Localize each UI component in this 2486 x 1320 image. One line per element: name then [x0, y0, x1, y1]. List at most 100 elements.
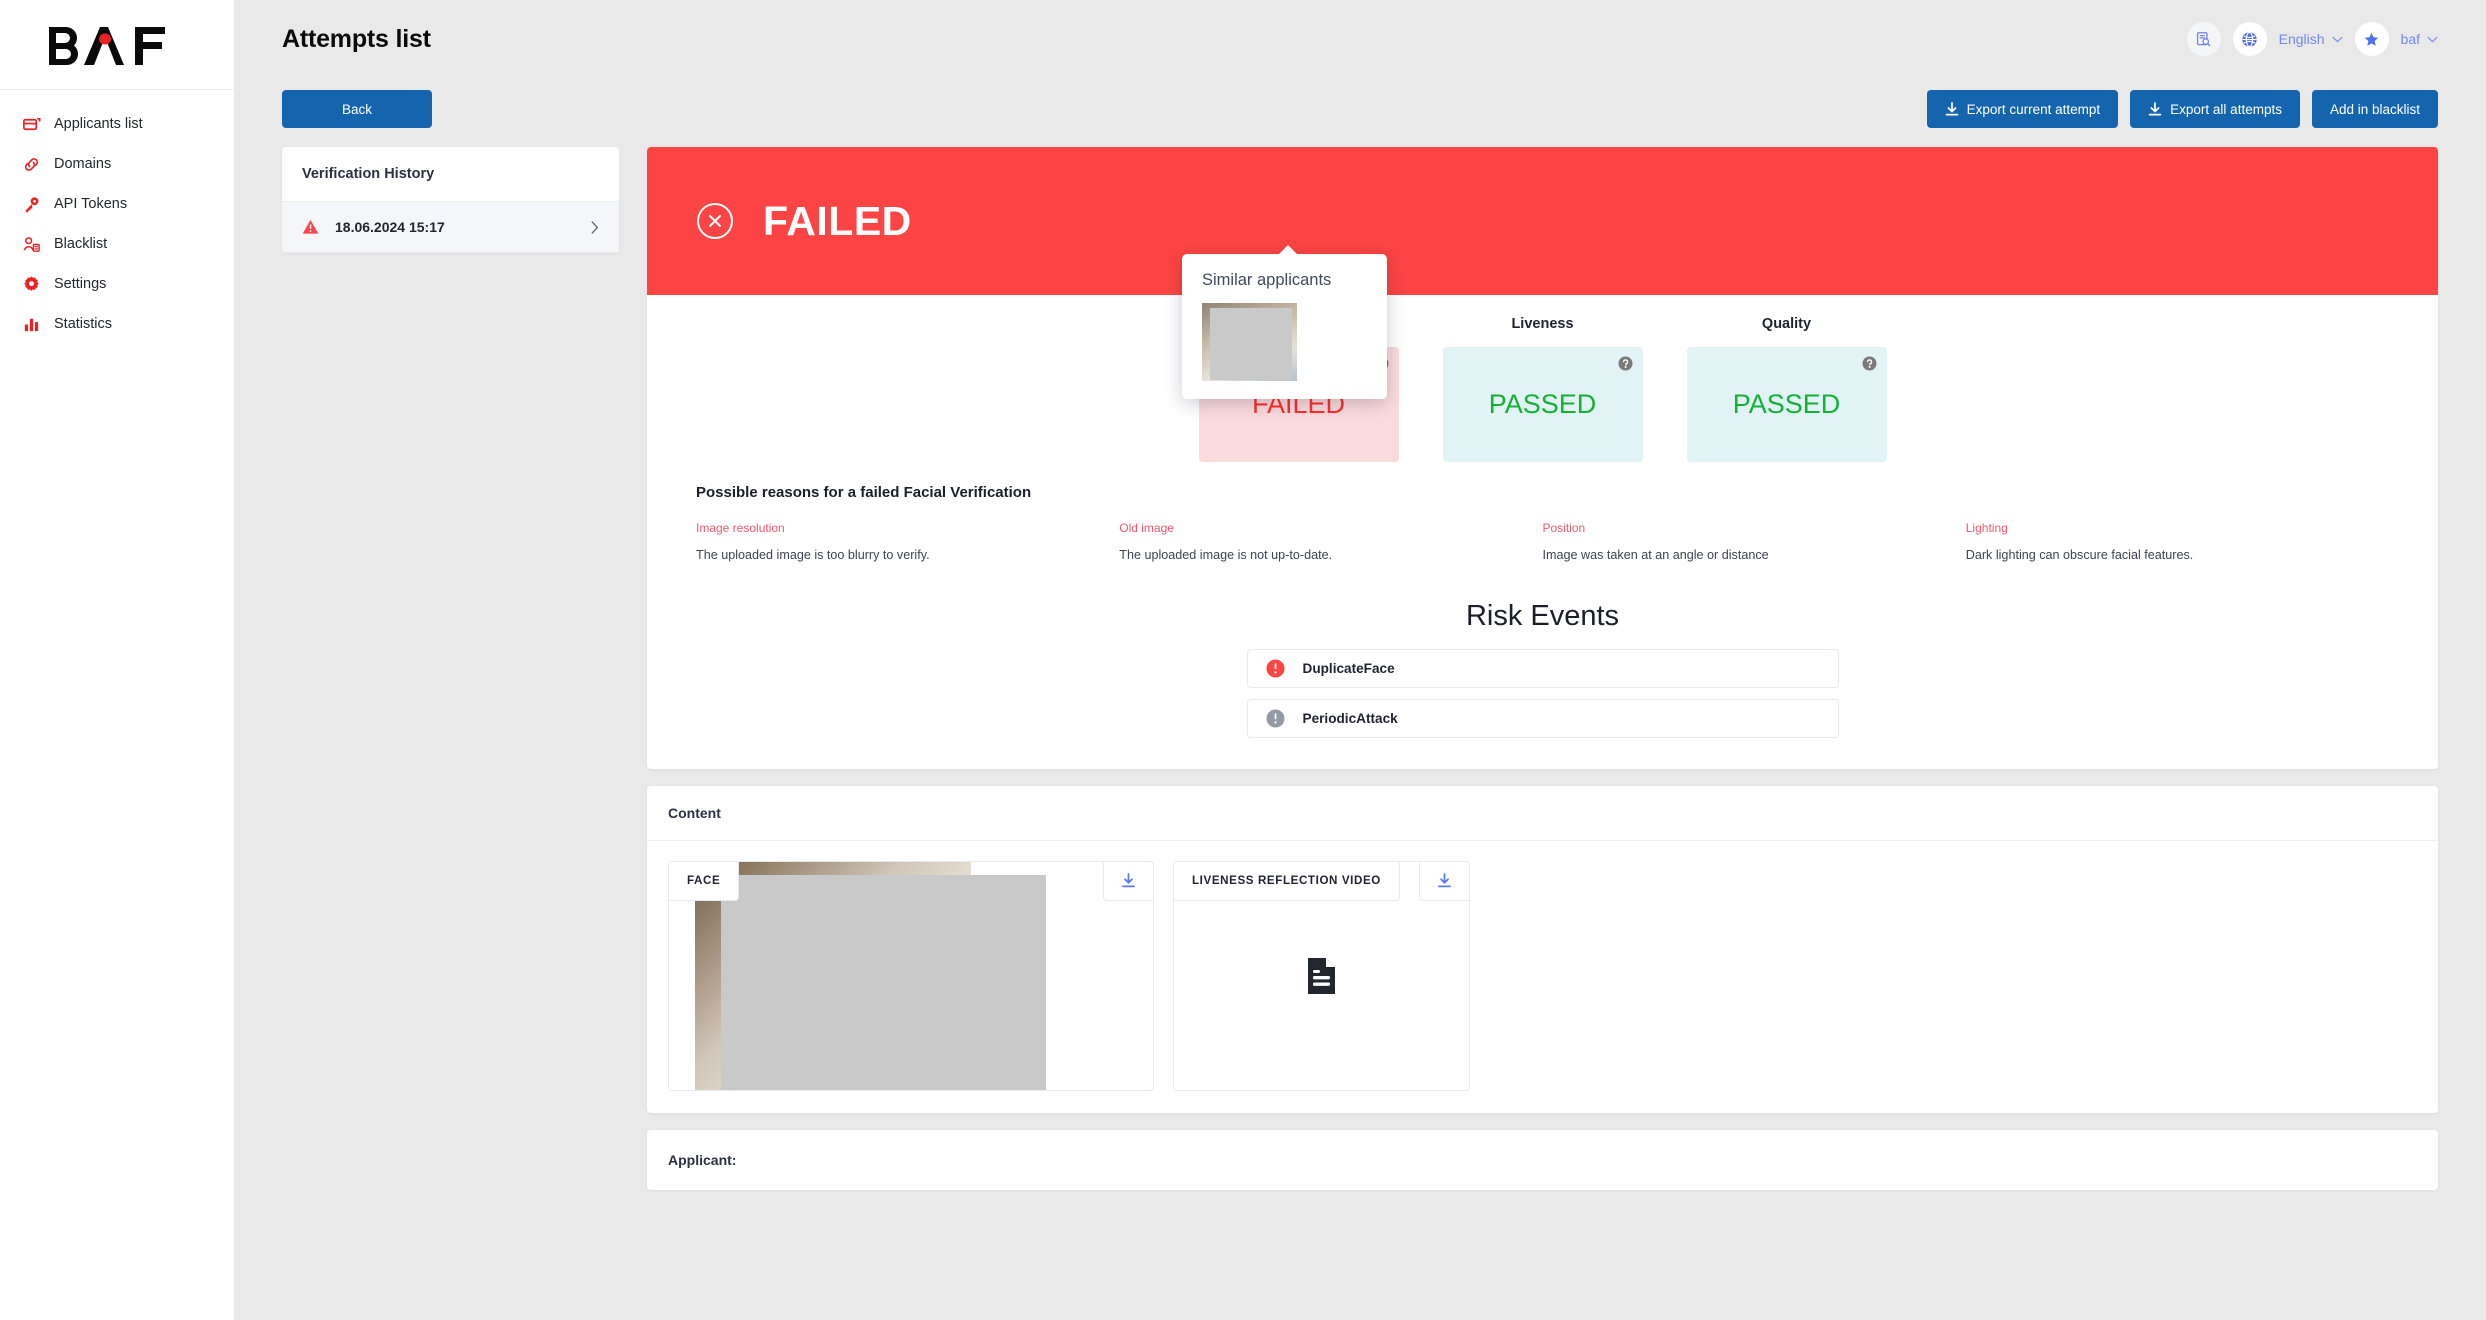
failure-reason-text: The uploaded image is too blurry to veri… — [696, 548, 930, 562]
top-bar: Attempts list English baf — [234, 0, 2486, 78]
check-verdict: PASSED — [1732, 389, 1841, 419]
add-in-blacklist-button[interactable]: Add in blacklist — [2311, 90, 2438, 128]
chevron-right-icon — [591, 220, 599, 234]
question-circle-icon[interactable] — [1618, 356, 1633, 371]
check-verdict: PASSED — [1488, 389, 1597, 419]
failure-reason: Old image The uploaded image is not up-t… — [1119, 521, 1542, 564]
sidebar-item-settings[interactable]: Settings — [0, 264, 234, 304]
sidebar-item-api-tokens[interactable]: API Tokens — [0, 184, 234, 224]
chevron-down-icon — [2427, 36, 2438, 42]
content-title: Content — [647, 786, 2438, 841]
failure-reason-heading: Position — [1542, 521, 1586, 535]
failure-reason: Image resolution The uploaded image is t… — [696, 521, 1119, 564]
app-root: Applicants list Domains API Tokens Black… — [0, 0, 2486, 1320]
verification-history-item[interactable]: 18.06.2024 15:17 — [282, 202, 619, 253]
failure-reason: Position Image was taken at an angle or … — [1543, 521, 1966, 564]
failure-reasons-title: Possible reasons for a failed Facial Ver… — [696, 484, 1032, 501]
failure-reasons-grid: Image resolution The uploaded image is t… — [696, 521, 2389, 564]
gear-icon — [22, 275, 41, 294]
risk-events-list: DuplicateFace PeriodicAttack — [647, 633, 2438, 769]
redaction-overlay — [721, 874, 1046, 1090]
sidebar-item-label: Blacklist — [54, 236, 108, 252]
check-liveness: Liveness PASSED — [1442, 316, 1643, 462]
check-title: Liveness — [1511, 316, 1574, 332]
exclamation-circle-icon — [1266, 659, 1284, 678]
failure-reason-heading: Image resolution — [696, 521, 785, 535]
sidebar: Applicants list Domains API Tokens Black… — [0, 0, 234, 1320]
main-area: Attempts list English baf Back Export cu… — [234, 0, 2486, 1320]
content-card: Content FACE LIVENESS REFLECTION VIDEO — [647, 785, 2438, 1113]
verification-result-card: FAILED Face Match FAILED — [647, 147, 2438, 769]
brand-logo[interactable] — [0, 0, 234, 90]
similar-applicants-title: Similar applicants — [1202, 271, 1332, 289]
download-face-button[interactable] — [1103, 861, 1153, 901]
sidebar-item-label: Domains — [54, 156, 112, 172]
result-column: FAILED Face Match FAILED — [647, 147, 2438, 1190]
sidebar-item-label: API Tokens — [54, 196, 128, 212]
media-card-face: FACE — [668, 860, 1154, 1091]
sidebar-item-applicants-list[interactable]: Applicants list — [0, 104, 234, 144]
document-search-icon — [2197, 31, 2211, 46]
x-circle-icon — [697, 203, 733, 239]
failure-reason-text: Dark lighting can obscure facial feature… — [1965, 548, 2194, 562]
export-current-attempt-button[interactable]: Export current attempt — [1926, 90, 2119, 128]
sidebar-item-blacklist[interactable]: Blacklist — [0, 224, 234, 264]
user-menu[interactable]: baf — [2401, 31, 2438, 47]
check-badges — [1862, 356, 1877, 371]
globe-icon — [2242, 31, 2257, 47]
sidebar-item-statistics[interactable]: Statistics — [0, 304, 234, 344]
risk-event-name: PeriodicAttack — [1302, 710, 1398, 726]
risk-event-row[interactable]: PeriodicAttack — [1246, 698, 1839, 738]
download-icon — [1438, 872, 1451, 888]
user-block-icon — [22, 235, 41, 254]
sidebar-item-label: Statistics — [54, 316, 113, 332]
failure-reason-text: The uploaded image is not up-to-date. — [1119, 548, 1333, 562]
actions-right: Export current attempt Export all attemp… — [1926, 90, 2438, 128]
check-status-box: PASSED — [1686, 347, 1887, 462]
export-all-attempts-label: Export all attempts — [2170, 101, 2282, 117]
risk-event-name: DuplicateFace — [1302, 660, 1395, 676]
key-icon — [22, 195, 41, 214]
exclamation-circle-icon — [1266, 709, 1284, 728]
baf-logo-icon — [49, 26, 165, 65]
verification-history-title: Verification History — [282, 147, 619, 202]
applicant-card: Applicant: — [647, 1129, 2438, 1190]
download-icon — [2148, 101, 2162, 115]
back-button[interactable]: Back — [282, 90, 432, 128]
language-value: English — [2278, 31, 2325, 47]
actions-row: Back Export current attempt Export all a… — [234, 86, 2486, 132]
similar-applicants-tooltip: Similar applicants — [1182, 245, 1387, 399]
cards-icon — [22, 115, 41, 134]
media-label: LIVENESS REFLECTION VIDEO — [1174, 861, 1400, 901]
sidebar-item-domains[interactable]: Domains — [0, 144, 234, 184]
report-search-button[interactable] — [2186, 22, 2221, 56]
download-icon — [1945, 101, 1958, 115]
failure-reason-text: Image was taken at an angle or distance — [1542, 548, 1769, 562]
link-icon — [22, 155, 41, 174]
language-globe-button[interactable] — [2232, 22, 2267, 56]
similar-applicant-thumbnail[interactable] — [1202, 303, 1297, 381]
sidebar-nav: Applicants list Domains API Tokens Black… — [0, 90, 234, 344]
download-video-button[interactable] — [1419, 861, 1469, 901]
language-selector[interactable]: English — [2279, 31, 2343, 47]
page-title: Attempts list — [282, 24, 431, 53]
check-status-box: PASSED — [1442, 347, 1643, 462]
redaction-overlay — [1210, 308, 1292, 380]
checks-row: Face Match FAILED Liveness — [647, 295, 2438, 462]
document-icon — [1308, 957, 1335, 994]
export-current-attempt-label: Export current attempt — [1966, 101, 2101, 117]
failure-reason-heading: Lighting — [1965, 521, 2008, 535]
status-banner: FAILED — [647, 147, 2438, 295]
risk-event-row[interactable]: DuplicateFace — [1246, 648, 1839, 688]
check-quality: Quality PASSED — [1686, 316, 1887, 462]
media-card-header: LIVENESS REFLECTION VIDEO — [1174, 861, 1469, 901]
star-icon — [2364, 32, 2379, 46]
question-circle-icon[interactable] — [1862, 356, 1877, 371]
content-split: Verification History 18.06.2024 15:17 FA… — [234, 132, 2486, 1190]
favorites-button[interactable] — [2354, 22, 2389, 56]
check-title: Quality — [1761, 316, 1812, 332]
failure-reason-heading: Old image — [1119, 521, 1174, 535]
export-all-attempts-button[interactable]: Export all attempts — [2130, 90, 2300, 128]
status-label: FAILED — [763, 197, 912, 244]
media-card-header: FACE — [669, 861, 1153, 901]
